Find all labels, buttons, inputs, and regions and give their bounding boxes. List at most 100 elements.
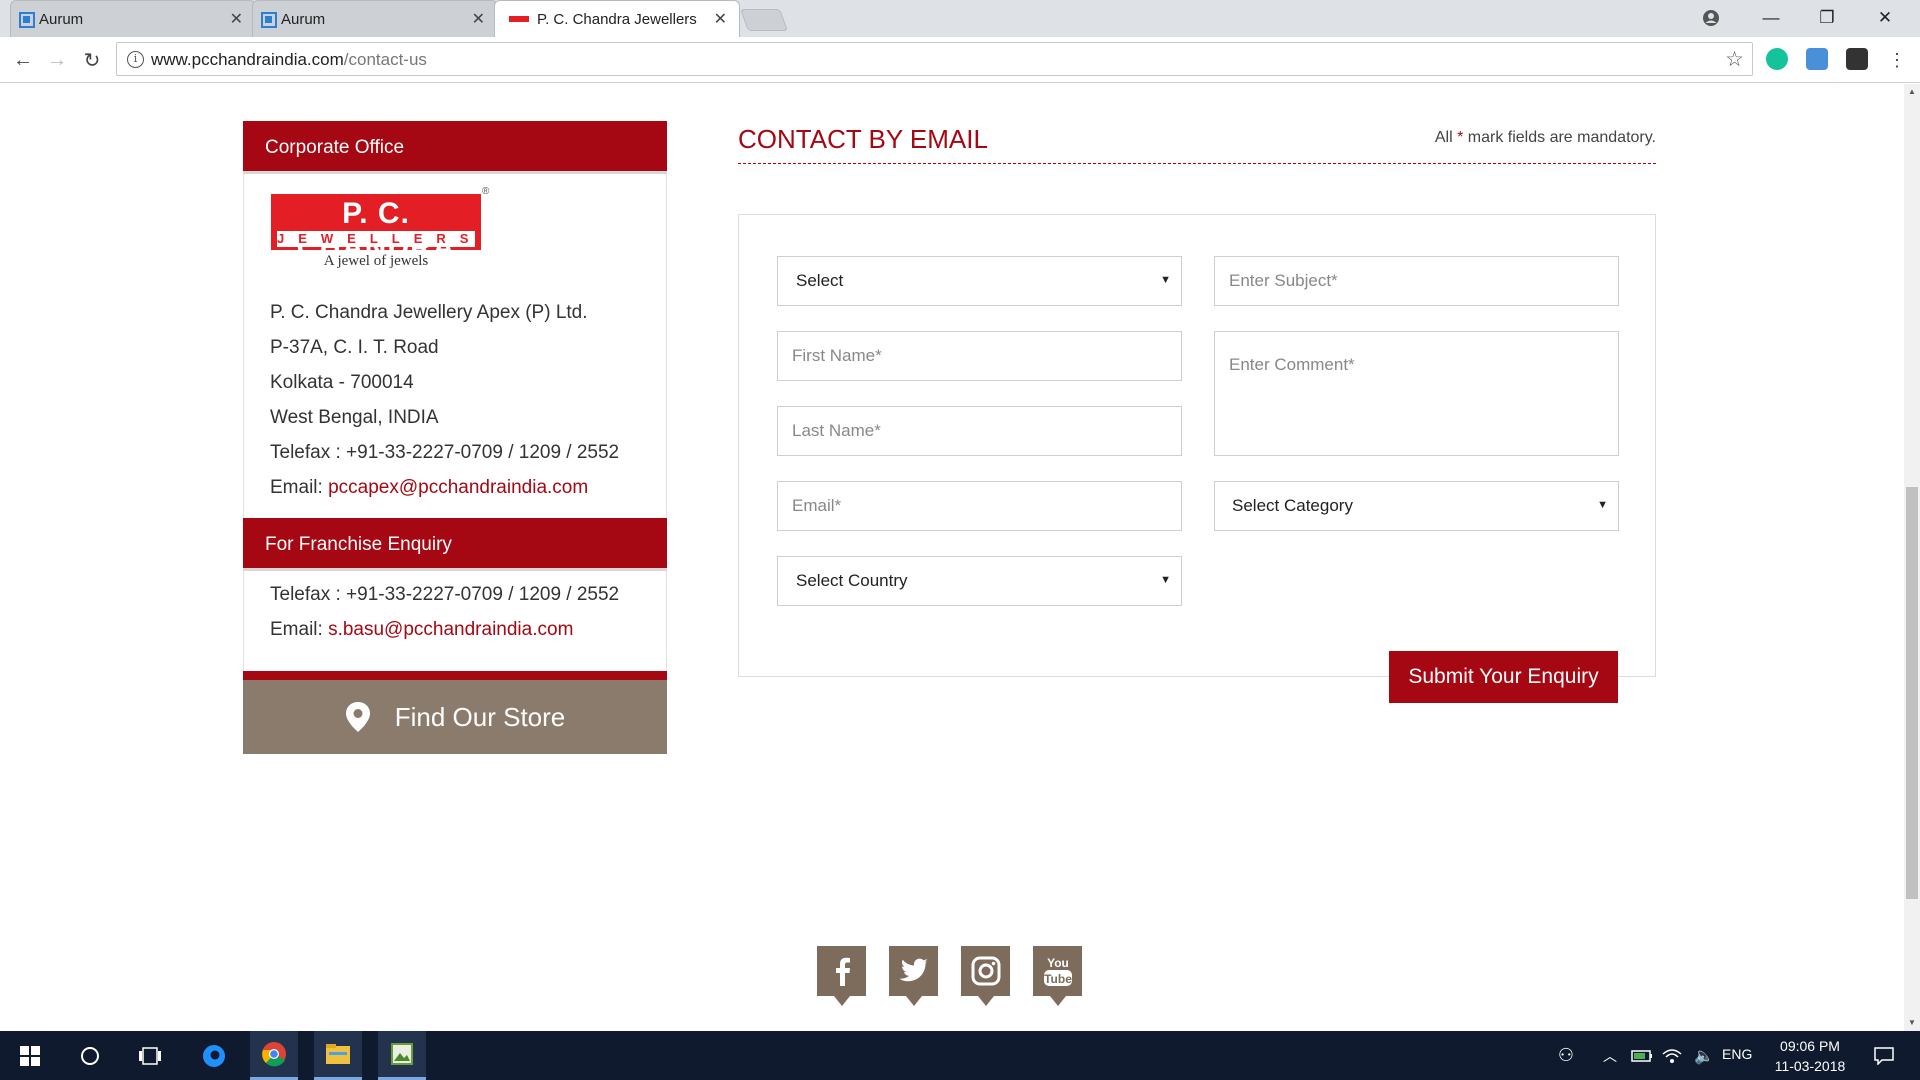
- country-select-value: Select Country: [796, 571, 908, 590]
- forward-icon[interactable]: →: [44, 47, 70, 73]
- scroll-up-icon[interactable]: ▲: [1908, 87, 1916, 96]
- svg-text:You: You: [1047, 956, 1069, 970]
- restore-icon[interactable]: ❐: [1800, 0, 1854, 35]
- tab-close-icon[interactable]: ✕: [472, 9, 485, 29]
- last-name-placeholder: Last Name*: [792, 421, 881, 440]
- cortana-search-icon[interactable]: [66, 1031, 114, 1080]
- logo-subname: JEWELLERS: [277, 231, 483, 247]
- system-clock[interactable]: 09:06 PM 11-03-2018: [1760, 1036, 1860, 1076]
- clock-time: 09:06 PM: [1780, 1038, 1840, 1054]
- tab-close-icon[interactable]: ✕: [714, 9, 727, 29]
- address-line: P-37A, C. I. T. Road: [270, 337, 439, 358]
- pc-chandra-logo: P. C. CHANDRA JEWELLERS A jewel of jewel…: [244, 174, 666, 295]
- image-viewer-icon[interactable]: [378, 1031, 426, 1080]
- new-tab-button[interactable]: [739, 9, 789, 31]
- edge-browser-icon[interactable]: [190, 1031, 238, 1080]
- subject-input[interactable]: Enter Subject*: [1214, 256, 1619, 306]
- find-our-store-button[interactable]: Find Our Store: [243, 680, 667, 754]
- franchise-email-line: Email: s.basu@pcchandraindia.com: [244, 612, 666, 647]
- find-our-store-label: Find Our Store: [394, 701, 566, 732]
- page-content: Corporate Office P. C. CHANDRA JEWELLERS…: [0, 84, 1904, 1031]
- aurum-favicon-icon: [19, 12, 35, 28]
- drive-extension-icon[interactable]: [1806, 48, 1828, 70]
- tab-title: Aurum: [281, 10, 326, 28]
- chevron-down-icon: ▼: [1597, 499, 1608, 511]
- registered-mark-icon: ®: [482, 186, 490, 197]
- email-input[interactable]: Email*: [777, 481, 1182, 531]
- address-line: P. C. Chandra Jewellery Apex (P) Ltd.: [270, 302, 588, 323]
- grammarly-extension-icon[interactable]: [1766, 48, 1788, 70]
- language-indicator[interactable]: ENG: [1722, 1046, 1752, 1062]
- mandatory-note: All * mark fields are mandatory.: [1435, 129, 1656, 147]
- windows-start-icon[interactable]: [6, 1031, 54, 1080]
- store-divider: [243, 671, 667, 680]
- instagram-icon[interactable]: [961, 946, 1010, 1006]
- tab-aurum-2[interactable]: Aurum ✕: [252, 0, 498, 37]
- title-select[interactable]: Select ▼: [777, 256, 1182, 306]
- email-placeholder: Email*: [792, 496, 842, 515]
- franchise-enquiry-heading: For Franchise Enquiry: [243, 518, 667, 571]
- back-icon[interactable]: ←: [10, 47, 36, 73]
- profile-icon[interactable]: [1684, 0, 1738, 35]
- address-line: Kolkata - 700014: [270, 372, 414, 393]
- chevron-down-icon: ▼: [1160, 274, 1171, 286]
- tab-close-icon[interactable]: ✕: [230, 9, 243, 29]
- contact-by-email-title: CONTACT BY EMAIL: [738, 124, 988, 154]
- reload-icon[interactable]: ↻: [79, 47, 105, 73]
- email-label: Email:: [270, 477, 323, 498]
- tab-aurum-1[interactable]: Aurum ✕: [10, 0, 256, 37]
- terminal-extension-icon[interactable]: [1846, 48, 1868, 70]
- logo-badge: P. C. CHANDRA JEWELLERS: [271, 194, 483, 264]
- chrome-taskbar-icon[interactable]: [250, 1031, 298, 1080]
- site-info-icon[interactable]: i: [127, 51, 144, 68]
- franchise-email-link[interactable]: s.basu@pcchandraindia.com: [328, 619, 573, 640]
- facebook-icon[interactable]: [817, 946, 866, 1006]
- volume-icon[interactable]: 🔈: [1680, 1031, 1728, 1080]
- first-name-input[interactable]: First Name*: [777, 331, 1182, 381]
- last-name-input[interactable]: Last Name*: [777, 406, 1182, 456]
- action-center-icon[interactable]: [1860, 1031, 1908, 1080]
- browser-tab-strip: Aurum ✕ Aurum ✕ P. C. Chandra Jewellers …: [0, 0, 1920, 37]
- svg-text:Tube: Tube: [1044, 972, 1072, 986]
- clock-date: 11-03-2018: [1774, 1058, 1846, 1074]
- chrome-menu-icon[interactable]: ⋮: [1884, 47, 1910, 73]
- people-icon[interactable]: ⚇: [1542, 1031, 1590, 1080]
- location-pin-icon: [345, 701, 371, 733]
- contact-info-column: Corporate Office P. C. CHANDRA JEWELLERS…: [243, 121, 667, 754]
- url-text: www.pcchandraindia.com/contact-us: [151, 50, 427, 70]
- tab-pc-chandra[interactable]: P. C. Chandra Jewellers ✕: [494, 0, 740, 37]
- tab-title: P. C. Chandra Jewellers: [537, 10, 697, 28]
- country-select[interactable]: Select Country ▼: [777, 556, 1182, 606]
- youtube-icon[interactable]: You Tube: [1033, 946, 1082, 1006]
- address-bar[interactable]: i www.pcchandraindia.com/contact-us ☆: [116, 42, 1753, 76]
- scrollbar-thumb[interactable]: [1906, 487, 1918, 899]
- mandatory-suffix: mark fields are mandatory.: [1467, 129, 1656, 146]
- corporate-office-box: P. C. CHANDRA JEWELLERS A jewel of jewel…: [243, 174, 667, 518]
- franchise-telefax-line: Telefax : +91-33-2227-0709 / 1209 / 2552: [270, 584, 620, 605]
- bookmark-star-icon[interactable]: ☆: [1725, 47, 1744, 72]
- chevron-down-icon: ▼: [1160, 574, 1171, 586]
- corporate-email-link[interactable]: pccapex@pcchandraindia.com: [328, 477, 588, 498]
- close-window-icon[interactable]: ✕: [1858, 0, 1912, 35]
- mandatory-prefix: All: [1434, 129, 1453, 146]
- minimize-icon[interactable]: —: [1744, 0, 1798, 35]
- comment-textarea[interactable]: Enter Comment*: [1214, 331, 1619, 456]
- twitter-icon[interactable]: [889, 946, 938, 1006]
- task-view-icon[interactable]: [126, 1031, 174, 1080]
- subject-placeholder: Enter Subject*: [1229, 271, 1338, 290]
- aurum-favicon-icon: [261, 12, 277, 28]
- page-scrollbar[interactable]: ▲ ▼: [1904, 84, 1920, 1031]
- title-divider: [738, 163, 1656, 164]
- telefax-line: Telefax : +91-33-2227-0709 / 1209 / 2552: [270, 442, 620, 463]
- corporate-office-heading: Corporate Office: [243, 121, 667, 174]
- category-select[interactable]: Select Category ▼: [1214, 481, 1619, 531]
- browser-toolbar: ← → ↻ i www.pcchandraindia.com/contact-u…: [0, 37, 1920, 83]
- tab-title: Aurum: [39, 10, 84, 28]
- category-select-value: Select Category: [1232, 496, 1353, 515]
- pc-chandra-favicon-icon: [509, 16, 529, 22]
- submit-enquiry-button[interactable]: Submit Your Enquiry: [1389, 651, 1618, 703]
- scroll-down-icon[interactable]: ▼: [1908, 1018, 1916, 1027]
- file-explorer-icon[interactable]: [314, 1031, 362, 1080]
- first-name-placeholder: First Name*: [792, 346, 882, 365]
- comment-placeholder: Enter Comment*: [1229, 355, 1355, 374]
